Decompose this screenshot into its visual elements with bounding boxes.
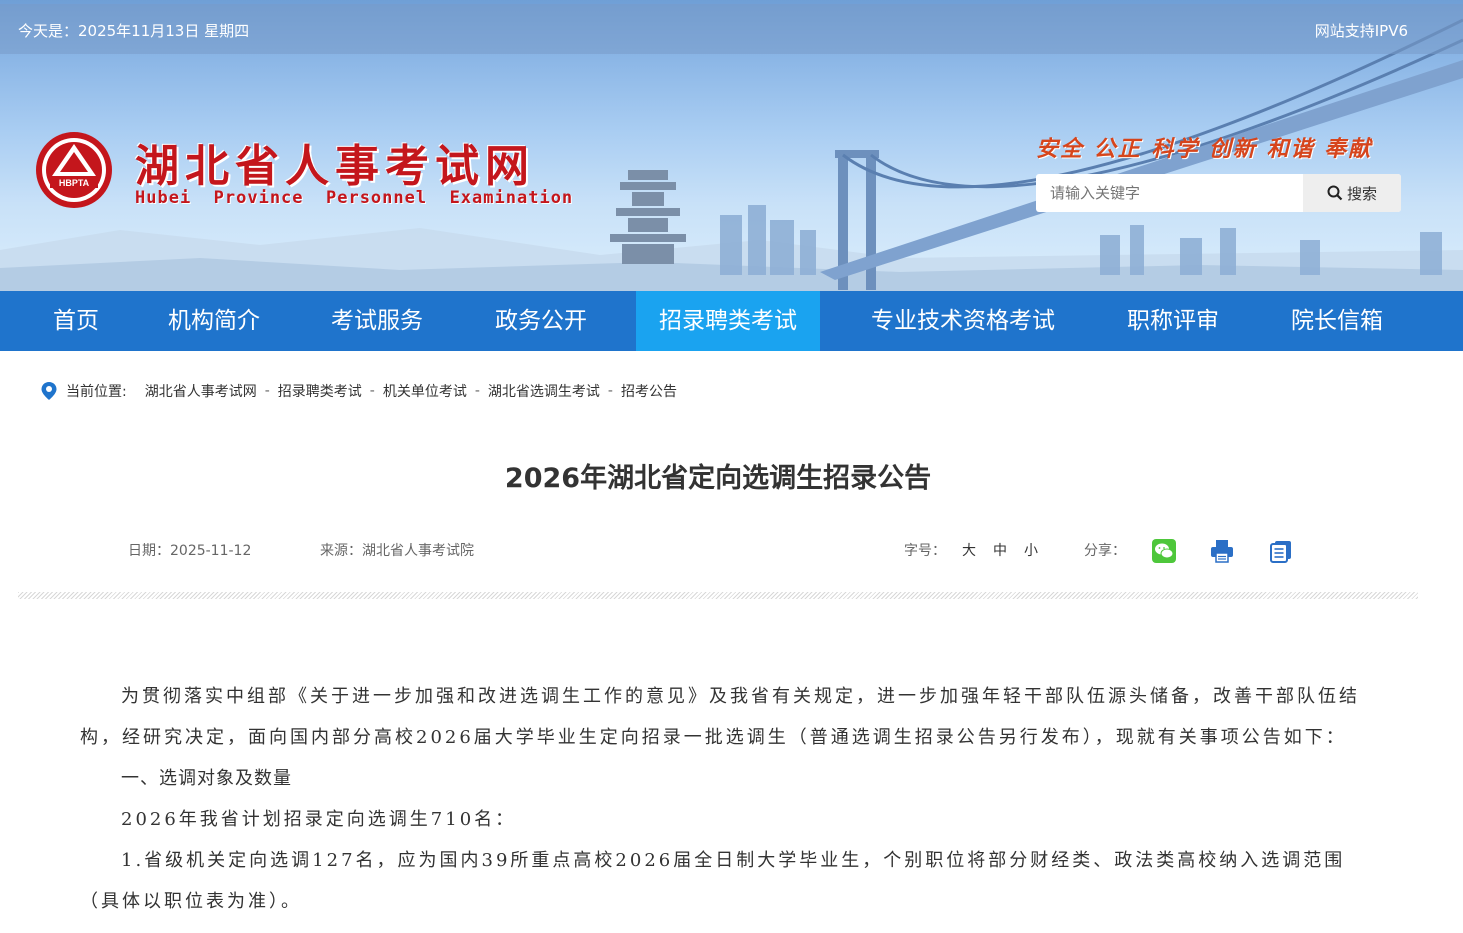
nav-item-about[interactable]: 机构简介 (148, 291, 280, 351)
top-info-bar: 今天是：2025年11月13日 星期四 网站支持IPV6 (0, 4, 1463, 54)
breadcrumb-item-announcement[interactable]: 招考公告 (621, 381, 677, 401)
site-header: 今天是：2025年11月13日 星期四 网站支持IPV6 HBPTA 湖北省人事… (0, 0, 1463, 291)
breadcrumb: 当前位置: 湖北省人事考试网 - 招录聘类考试 - 机关单位考试 - 湖北省选调… (40, 381, 677, 401)
breadcrumb-separator: - (607, 383, 613, 399)
article-source: 来源：湖北省人事考试院 (320, 543, 474, 559)
search-bar: 搜索 (1036, 174, 1401, 212)
breadcrumb-separator: - (264, 383, 270, 399)
article-date: 日期：2025-11-12 (128, 543, 252, 559)
article-section-heading: 一、选调对象及数量 (121, 768, 292, 789)
article-paragraph: 1.省级机关定向选调127名，应为国内39所重点高校2026届全日制大学毕业生，… (80, 850, 1346, 912)
nav-item-recruitment-exams[interactable]: 招录聘类考试 (636, 291, 820, 351)
search-button-label: 搜索 (1346, 184, 1377, 203)
site-title[interactable]: 湖北省人事考试网 (135, 130, 535, 194)
breadcrumb-label: 当前位置: (66, 384, 127, 400)
article-body: 为贯彻落实中组部《关于进一步加强和改进选调生工作的意见》及我省有关规定，进一步加… (80, 676, 1360, 922)
hbpta-logo-icon[interactable]: HBPTA (34, 130, 114, 210)
nav-item-exam-services[interactable]: 考试服务 (310, 291, 444, 351)
breadcrumb-separator: - (369, 383, 375, 399)
ipv6-support-label: 网站支持IPV6 (1314, 22, 1408, 40)
font-size-small[interactable]: 小 (1024, 540, 1038, 560)
main-nav: 首页 机构简介 考试服务 政务公开 招录聘类考试 专业技术资格考试 职称评审 院… (0, 291, 1463, 351)
print-icon[interactable] (1209, 538, 1235, 564)
font-size-label: 字号： (904, 543, 946, 559)
article-paragraph: 为贯彻落实中组部《关于进一步加强和改进选调生工作的意见》及我省有关规定，进一步加… (80, 686, 1360, 748)
search-button[interactable]: 搜索 (1303, 174, 1401, 212)
breadcrumb-item-home[interactable]: 湖北省人事考试网 (145, 381, 257, 401)
breadcrumb-item-recruitment[interactable]: 招录聘类考试 (278, 381, 362, 401)
search-icon (1327, 185, 1343, 201)
site-subtitle: Hubei Province Personnel Examination (135, 188, 574, 208)
nav-item-title-evaluation[interactable]: 职称评审 (1106, 291, 1240, 351)
nav-item-home[interactable]: 首页 (30, 291, 122, 351)
nav-item-government-affairs[interactable]: 政务公开 (474, 291, 608, 351)
font-size-large[interactable]: 大 (962, 540, 976, 560)
copy-icon[interactable] (1268, 538, 1294, 564)
breadcrumb-separator: - (474, 383, 480, 399)
wechat-icon[interactable] (1151, 538, 1177, 564)
article-divider (18, 592, 1418, 599)
location-pin-icon (41, 382, 57, 400)
current-date: 今天是：2025年11月13日 星期四 (18, 22, 250, 40)
article-paragraph: 2026年我省计划招录定向选调生710名： (121, 809, 517, 830)
font-size-medium[interactable]: 中 (993, 540, 1007, 560)
logo-abbr: HBPTA (59, 178, 90, 188)
breadcrumb-item-selected-graduates[interactable]: 湖北省选调生考试 (488, 381, 600, 401)
site-slogan: 安全 公正 科学 创新 和谐 奉献 (1036, 137, 1373, 162)
share-label: 分享： (1084, 543, 1126, 559)
article-title: 2026年湖北省定向选调生招录公告 (504, 463, 932, 494)
nav-item-professional-qualification[interactable]: 专业技术资格考试 (848, 291, 1078, 351)
nav-item-president-mailbox[interactable]: 院长信箱 (1270, 291, 1404, 351)
search-input[interactable] (1036, 174, 1286, 212)
breadcrumb-item-government-units[interactable]: 机关单位考试 (383, 381, 467, 401)
